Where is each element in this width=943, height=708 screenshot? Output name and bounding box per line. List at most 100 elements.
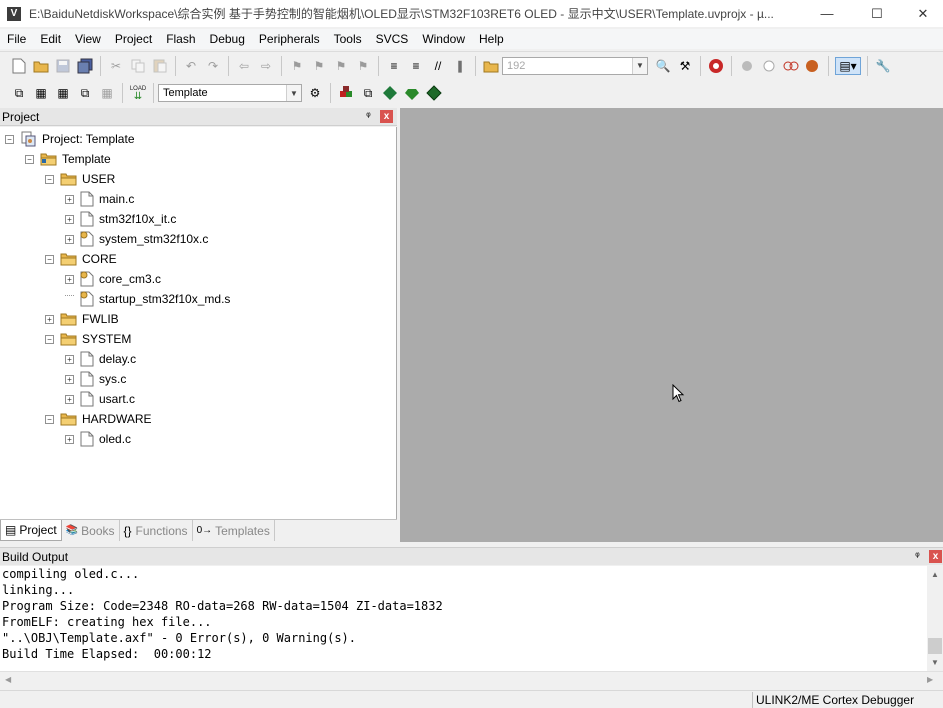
save-icon[interactable] [54,57,72,75]
tree-item[interactable]: − Template [25,149,111,169]
expand-icon[interactable]: + [65,194,74,204]
collapse-icon[interactable]: − [45,414,54,424]
window-layout-icon[interactable]: ▤▾ [835,56,861,75]
scroll-left-icon[interactable]: ◀ [5,675,11,684]
horizontal-scrollbar[interactable]: ◀ ▶ [0,671,943,687]
find-combo[interactable]: 192 ▼ [502,56,648,75]
target-options-icon[interactable]: ⚙ [306,84,324,102]
expand-icon[interactable]: + [65,434,74,444]
scroll-right-icon[interactable]: ▶ [927,675,933,684]
indent-icon[interactable]: ≡ [385,57,403,75]
batch-build-icon[interactable]: ⧉ [76,84,94,102]
collapse-icon[interactable]: − [25,154,34,164]
menu-window[interactable]: Window [415,32,472,46]
find-in-files-icon[interactable] [482,57,500,75]
bookmark-next-icon[interactable]: ⚑ [332,57,350,75]
menu-file[interactable]: File [0,32,33,46]
debug-session-icon[interactable] [707,57,725,75]
incremental-find-icon[interactable]: ⚒ [676,57,694,75]
tree-item[interactable]: + delay.c [65,349,136,369]
target-select[interactable]: Template ▼ [158,84,302,102]
tree-item[interactable]: + system_stm32f10x.c [65,229,208,249]
collapse-icon[interactable]: − [5,134,14,144]
maximize-button[interactable]: ☐ [854,0,900,27]
menu-tools[interactable]: Tools [327,32,369,46]
collapse-icon[interactable]: − [45,334,54,344]
pin-icon[interactable]: ᵠ [362,110,375,123]
redo-icon[interactable]: ↷ [204,57,222,75]
collapse-icon[interactable]: − [45,174,54,184]
paste-icon[interactable] [151,57,169,75]
expand-icon[interactable]: + [65,234,74,244]
pack-installer-icon[interactable] [381,84,399,102]
unindent-icon[interactable]: ≡ [407,57,425,75]
vertical-scroll-thumb[interactable] [928,638,942,654]
comment-icon[interactable]: // [429,57,447,75]
find-icon[interactable]: 🔍 [654,57,672,75]
editor-area[interactable] [400,108,943,542]
vertical-scrollbar[interactable]: ▲ ▼ [927,566,943,671]
expand-icon[interactable]: + [45,314,54,324]
menu-svcs[interactable]: SVCS [369,32,416,46]
project-panel-close-button[interactable]: x [380,110,393,123]
undo-icon[interactable]: ↶ [182,57,200,75]
expand-icon[interactable]: + [65,394,74,404]
manage-books-icon[interactable]: ⧉ [359,84,377,102]
expand-icon[interactable]: + [65,214,74,224]
tree-item[interactable]: + main.c [65,189,134,209]
scroll-down-icon[interactable]: ▼ [931,658,939,667]
open-folder-icon[interactable] [32,57,50,75]
scroll-up-icon[interactable]: ▲ [931,570,939,579]
minimize-button[interactable]: — [804,0,850,27]
build-icon[interactable]: ▦ [32,84,50,102]
collapse-icon[interactable]: − [45,254,54,264]
uncomment-icon[interactable]: ∥ [451,57,469,75]
navigate-back-icon[interactable]: ⇦ [235,57,253,75]
expand-icon[interactable]: + [65,354,74,364]
tree-item[interactable]: + stm32f10x_it.c [65,209,176,229]
bookmark-prev-icon[interactable]: ⚑ [310,57,328,75]
tab-books[interactable]: 📚 Books [62,520,120,541]
copy-icon[interactable] [129,57,147,75]
tree-item[interactable]: + usart.c [65,389,135,409]
tab-functions[interactable]: {} Functions [120,520,193,541]
tree-item[interactable]: + FWLIB [45,309,119,329]
download-icon[interactable]: LOAD ⇊ [129,84,147,102]
new-file-icon[interactable] [10,57,28,75]
tab-templates[interactable]: 0→ Templates [193,520,275,541]
tree-item[interactable]: − HARDWARE [45,409,152,429]
tree-item[interactable]: + sys.c [65,369,126,389]
breakpoint-kill-all-icon[interactable] [804,57,822,75]
tree-item[interactable]: − CORE [45,249,117,269]
select-packs-icon[interactable] [403,84,421,102]
close-window-button[interactable]: ✕ [900,0,943,27]
navigate-forward-icon[interactable]: ⇨ [257,57,275,75]
file-extensions-icon[interactable] [337,84,355,102]
configuration-wrench-icon[interactable]: 🔧 [874,57,892,75]
bookmark-icon[interactable]: ⚑ [288,57,306,75]
breakpoint-disable-all-icon[interactable] [782,57,800,75]
tree-item[interactable]: + core_cm3.c [65,269,161,289]
expand-icon[interactable]: + [65,374,74,384]
menu-peripherals[interactable]: Peripherals [252,32,327,46]
rebuild-icon[interactable]: ▦ [54,84,72,102]
stop-build-icon[interactable]: ▦ [98,84,116,102]
menu-help[interactable]: Help [472,32,511,46]
chevron-down-icon[interactable]: ▼ [632,57,647,74]
pin-icon[interactable]: ᵠ [911,550,924,563]
run-time-environment-icon[interactable] [425,84,443,102]
menu-flash[interactable]: Flash [159,32,202,46]
menu-project[interactable]: Project [108,32,159,46]
tree-item[interactable]: − USER [45,169,115,189]
tree-item[interactable]: − SYSTEM [45,329,131,349]
breakpoint-icon[interactable] [738,57,756,75]
cut-icon[interactable]: ✂ [107,57,125,75]
breakpoint-disable-icon[interactable] [760,57,778,75]
save-all-icon[interactable] [76,57,94,75]
tree-item[interactable]: + oled.c [65,429,131,449]
menu-view[interactable]: View [68,32,108,46]
menu-edit[interactable]: Edit [33,32,68,46]
bookmark-clear-icon[interactable]: ⚑ [354,57,372,75]
tab-project[interactable]: ▤ Project [0,520,62,541]
tree-item[interactable]: − Project: Template [5,129,135,149]
